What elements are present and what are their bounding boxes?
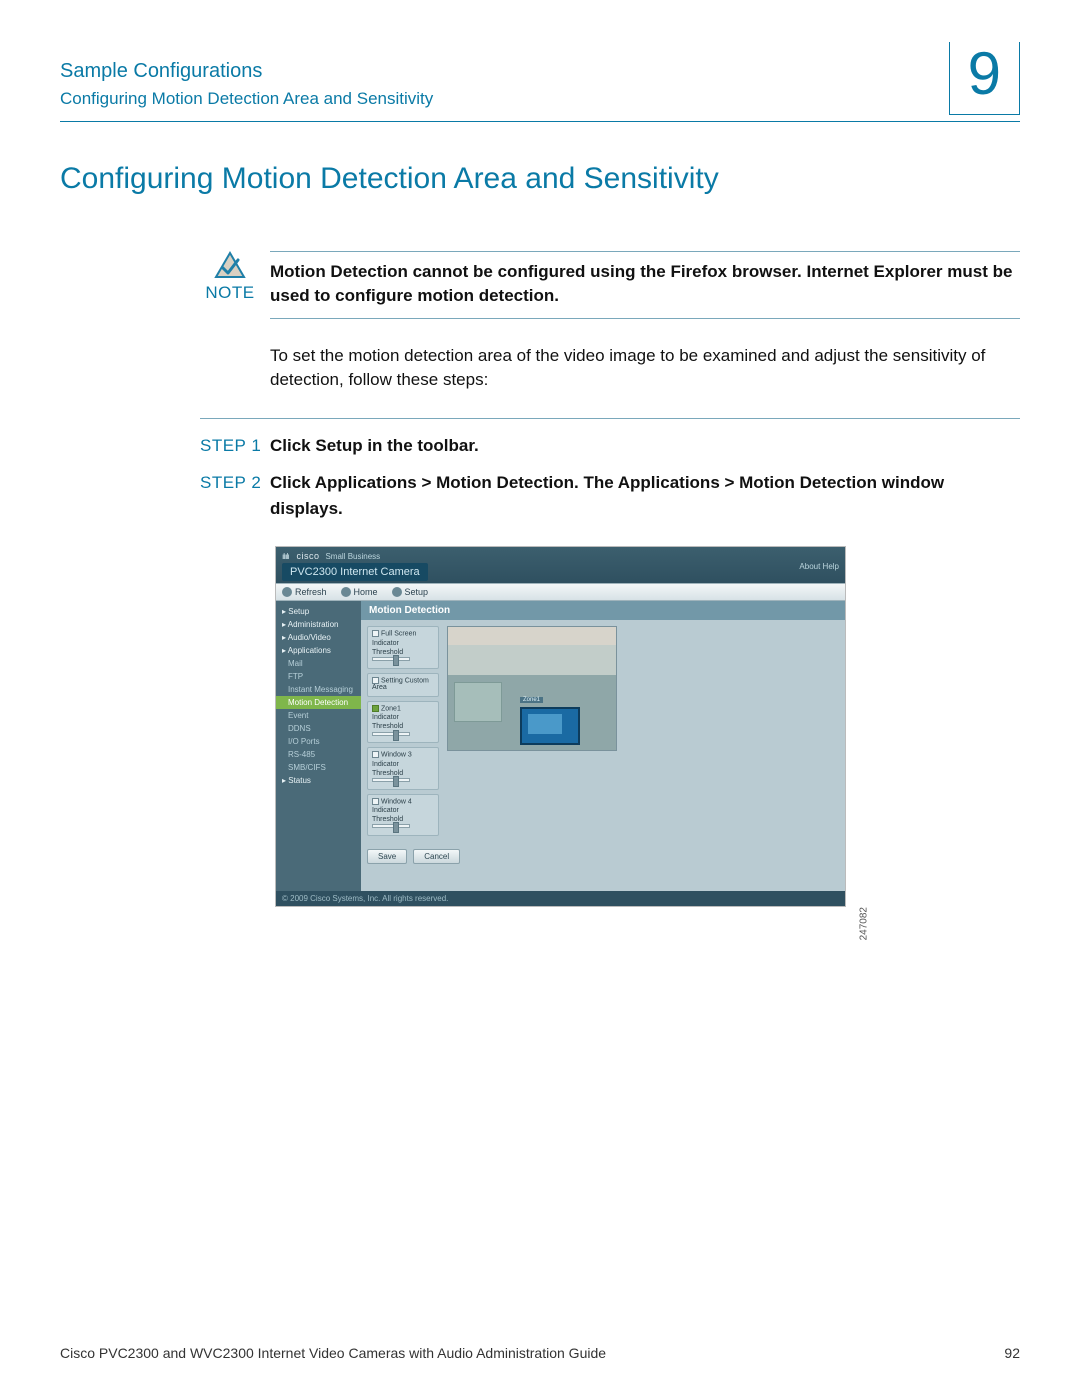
group-fullscreen: Full Screen Indicator Threshold <box>367 626 439 668</box>
ui-main-panel: Motion Detection Full Screen Indicator T… <box>361 601 845 891</box>
slider-threshold[interactable] <box>372 732 410 736</box>
step-label: STEP 1 <box>200 433 270 459</box>
page-header: Sample Configurations Configuring Motion… <box>60 50 1020 115</box>
camera-admin-ui: ılıılı cisco Small Business PVC2300 Inte… <box>275 546 846 907</box>
label-window3: Window 3 <box>381 752 412 759</box>
sidebar-item[interactable]: ▸ Applications <box>276 644 361 657</box>
screenshot-figure: ılıılı cisco Small Business PVC2300 Inte… <box>275 546 855 907</box>
chapter-number-box: 9 <box>949 42 1020 115</box>
sidebar-item[interactable]: ▸ Setup <box>276 605 361 618</box>
toolbar-setup[interactable]: Setup <box>392 587 429 597</box>
label-zone1: Zone1 <box>381 705 401 712</box>
toolbar-setup-label: Setup <box>405 587 429 597</box>
sidebar-item[interactable]: ▸ Administration <box>276 618 361 631</box>
sidebar-item[interactable]: Mail <box>276 657 361 670</box>
step-2: STEP 2 Click Applications > Motion Detec… <box>200 470 1020 521</box>
brand-subtext: Small Business <box>325 552 380 561</box>
sidebar-item[interactable]: DDNS <box>276 722 361 735</box>
ui-footer: © 2009 Cisco Systems, Inc. All rights re… <box>276 891 845 906</box>
sidebar-item[interactable]: Event <box>276 709 361 722</box>
video-preview[interactable]: Zone1 <box>447 626 617 751</box>
banner-links[interactable]: About Help <box>799 562 839 571</box>
step-text-pre: Click <box>270 436 315 455</box>
steps-rule <box>200 418 1020 419</box>
checkbox-customarea[interactable] <box>372 677 379 684</box>
label-indicator: Indicator <box>372 714 399 721</box>
ui-sidebar: ▸ Setup▸ Administration▸ Audio/Video▸ Ap… <box>276 601 361 891</box>
note-top-rule <box>270 251 1020 252</box>
intro-text: To set the motion detection area of the … <box>270 344 1020 393</box>
note-text: Motion Detection cannot be configured us… <box>270 260 1020 308</box>
sidebar-item[interactable]: ▸ Status <box>276 774 361 787</box>
label-indicator: Indicator <box>372 761 399 768</box>
label-window4: Window 4 <box>381 798 412 805</box>
group-window4: Window 4 Indicator Threshold <box>367 794 439 836</box>
cancel-button[interactable]: Cancel <box>413 849 460 864</box>
ui-toolbar: Refresh Home Setup <box>276 583 845 601</box>
zone-overlay-label: Zone1 <box>520 697 543 703</box>
sidebar-item[interactable]: FTP <box>276 670 361 683</box>
footer-page-number: 92 <box>1004 1345 1020 1361</box>
note-label: NOTE <box>205 283 254 303</box>
sidebar-item[interactable]: ▸ Audio/Video <box>276 631 361 644</box>
step-label: STEP 2 <box>200 470 270 521</box>
note-block: NOTE Motion Detection cannot be configur… <box>200 251 1020 319</box>
chapter-title: Sample Configurations <box>60 60 433 83</box>
sidebar-item[interactable]: SMB/CIFS <box>276 761 361 774</box>
ui-banner: ılıılı cisco Small Business PVC2300 Inte… <box>276 547 845 583</box>
label-indicator: Indicator <box>372 640 399 647</box>
footer-doc-title: Cisco PVC2300 and WVC2300 Internet Video… <box>60 1345 606 1361</box>
slider-threshold[interactable] <box>372 824 410 828</box>
sidebar-item[interactable]: Motion Detection <box>276 696 361 709</box>
page-title: Configuring Motion Detection Area and Se… <box>60 162 1020 196</box>
toolbar-home[interactable]: Home <box>341 587 378 597</box>
label-customarea: Setting Custom Area <box>372 677 429 691</box>
header-rule <box>60 121 1020 122</box>
step-text-post: in the toolbar. <box>363 436 479 455</box>
checkbox-zone1[interactable] <box>372 705 379 712</box>
sidebar-item[interactable]: RS-485 <box>276 748 361 761</box>
section-subtitle: Configuring Motion Detection Area and Se… <box>60 89 433 109</box>
group-zone1: Zone1 Indicator Threshold <box>367 701 439 743</box>
slider-threshold[interactable] <box>372 657 410 661</box>
step-text-pre: Click <box>270 473 315 492</box>
label-fullscreen: Full Screen <box>381 631 416 638</box>
cisco-logo-icon: ılıılı <box>282 552 288 561</box>
setup-icon <box>392 587 402 597</box>
toolbar-refresh-label: Refresh <box>295 587 327 597</box>
sidebar-item[interactable]: Instant Messaging <box>276 683 361 696</box>
slider-threshold[interactable] <box>372 778 410 782</box>
home-icon <box>341 587 351 597</box>
toolbar-home-label: Home <box>354 587 378 597</box>
figure-id: 247082 <box>858 907 869 940</box>
label-indicator: Indicator <box>372 807 399 814</box>
checkbox-window4[interactable] <box>372 798 379 805</box>
refresh-icon <box>282 587 292 597</box>
step-1: STEP 1 Click Setup in the toolbar. <box>200 433 1020 459</box>
step-command: Setup <box>315 436 362 455</box>
controls-column: Full Screen Indicator Threshold Setting … <box>367 626 439 840</box>
note-icon <box>214 251 246 279</box>
save-button[interactable]: Save <box>367 849 407 864</box>
sidebar-item[interactable]: I/O Ports <box>276 735 361 748</box>
model-label: PVC2300 Internet Camera <box>282 563 428 581</box>
page-footer: Cisco PVC2300 and WVC2300 Internet Video… <box>60 1345 1020 1361</box>
checkbox-window3[interactable] <box>372 751 379 758</box>
brand-text: cisco <box>296 551 319 561</box>
group-customarea: Setting Custom Area <box>367 673 439 697</box>
step-command: Applications > Motion Detection <box>315 473 574 492</box>
panel-title: Motion Detection <box>361 601 845 620</box>
chapter-number: 9 <box>968 42 1001 104</box>
group-window3: Window 3 Indicator Threshold <box>367 747 439 789</box>
toolbar-refresh[interactable]: Refresh <box>282 587 327 597</box>
note-bottom-rule <box>270 318 1020 319</box>
checkbox-fullscreen[interactable] <box>372 630 379 637</box>
